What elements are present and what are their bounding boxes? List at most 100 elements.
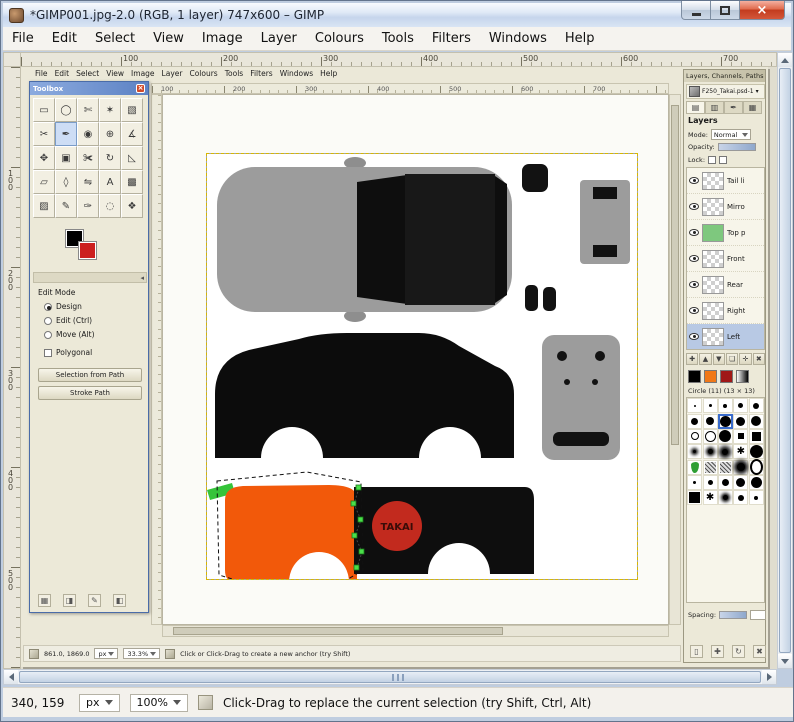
gimp-window: *GIMP001.jpg-2.0 (RGB, 1 layer) 747x600 …: [0, 0, 794, 722]
scroll-right-button[interactable]: [762, 670, 776, 684]
menu-layer[interactable]: Layer: [252, 28, 306, 49]
nested-dock-titlebar: Layers, Channels, Paths ×: [684, 70, 765, 82]
layer-lock-row: Lock:: [688, 156, 728, 164]
zoom-select[interactable]: 100%: [129, 693, 188, 712]
nested-ruler-label: 100: [161, 85, 174, 93]
nested-toolbox-close-icon: ×: [136, 84, 145, 93]
brush-thumbnail: [702, 475, 718, 491]
scroll-left-button[interactable]: [4, 670, 18, 684]
tab-menu-icon: ▾: [755, 88, 759, 95]
raise-layer-icon: ▲: [699, 353, 712, 365]
brush-thumbnail: [702, 398, 718, 414]
brush-thumbnail: [702, 490, 718, 506]
lower-layer-icon: ▼: [712, 353, 725, 365]
nested-status-icon: [165, 648, 176, 659]
maximize-icon: [720, 5, 730, 15]
arrow-down-icon: [781, 658, 789, 668]
gimp-tool-icon: A: [99, 170, 121, 194]
menu-help[interactable]: Help: [556, 28, 604, 49]
arrow-up-icon: [781, 54, 789, 63]
nested-dock-footer: ▯ ✚ ↻ ✖: [690, 645, 766, 658]
menu-image[interactable]: Image: [193, 28, 252, 49]
nested-status-message: Click or Click-Drag to create a new anch…: [180, 649, 351, 658]
car-texture-art: TAKAI: [207, 157, 630, 612]
nested-ruler-label: 600: [521, 85, 534, 93]
vertical-ruler[interactable]: 100 200 300 400 500: [3, 67, 21, 669]
radio-on-icon: [44, 302, 52, 311]
stroke-path-button: Stroke Path: [38, 386, 142, 400]
gimp-tool-icon: ✥: [33, 146, 55, 170]
horizontal-scrollbar[interactable]: [3, 669, 777, 685]
menu-tools[interactable]: Tools: [373, 28, 423, 49]
brush-thumbnail: [748, 413, 764, 429]
nested-dialog-tabs: ▤ ▥ ✒ ▦: [686, 101, 762, 114]
layers-section-label: Layers: [688, 116, 718, 125]
delete-layer-icon: ✖: [752, 353, 765, 365]
hscroll-thumb[interactable]: [19, 671, 761, 683]
menu-colours[interactable]: Colours: [306, 28, 373, 49]
menu-file[interactable]: File: [3, 28, 43, 49]
canvas-viewport[interactable]: File Edit Select View Image Layer Colour…: [21, 67, 777, 669]
swatch-dark-red: [720, 370, 733, 383]
nested-toolbox-footer: ▦ ◨ ✎ ◧: [38, 594, 126, 607]
visibility-eye-icon: [689, 255, 699, 262]
brush-thumbnail: [748, 475, 764, 491]
gimp-tool-icon: ✂: [33, 122, 55, 146]
brush-spacing-row: Spacing:: [688, 610, 767, 620]
edited-image-canvas[interactable]: File Edit Select View Image Layer Colour…: [21, 67, 768, 667]
ruler-label: 400: [423, 54, 439, 63]
window-title: *GIMP001.jpg-2.0 (RGB, 1 layer) 747x600 …: [30, 8, 325, 22]
close-button[interactable]: ×: [739, 1, 785, 20]
layer-row-selected: Left: [687, 324, 764, 349]
brush-thumbnail: [717, 475, 733, 491]
brush-thumbnail: [687, 490, 703, 506]
nested-dock-title: Layers, Channels, Paths: [686, 72, 764, 80]
dropdown-arrow-icon: [150, 651, 157, 659]
vscroll-thumb[interactable]: [779, 68, 791, 653]
brush-thumbnail: [717, 444, 733, 460]
nested-menu-item: Filters: [250, 69, 273, 78]
ruler-label: 400: [6, 469, 15, 490]
mode-dropdown: Normal: [710, 129, 751, 140]
ruler-corner: [3, 52, 21, 67]
nested-quickmask-icon: [29, 648, 39, 659]
menu-windows[interactable]: Windows: [480, 28, 556, 49]
maximize-button[interactable]: [711, 1, 739, 20]
menu-view[interactable]: View: [144, 28, 193, 49]
layer-row: Mirro: [687, 194, 764, 220]
nested-image-tab: F250_Takai.psd-1 ▾: [686, 84, 765, 99]
vertical-scrollbar[interactable]: [777, 52, 793, 669]
menu-select[interactable]: Select: [86, 28, 144, 49]
nested-hscroll-thumb: [173, 627, 503, 635]
layer-name: Front: [727, 254, 745, 263]
gimp-tool-icon: ✑: [77, 194, 99, 218]
gimp-tool-icon-paths-active: ✒: [55, 122, 77, 146]
minimize-button[interactable]: [681, 1, 711, 20]
gimp-tool-icon: ✎: [55, 194, 77, 218]
polygonal-option: Polygonal: [44, 348, 92, 357]
unit-select[interactable]: px: [79, 693, 120, 712]
horizontal-ruler[interactable]: 100 200 300 400 500 600 700: [21, 52, 777, 67]
menu-edit[interactable]: Edit: [43, 28, 86, 49]
lock-label: Lock:: [688, 156, 706, 164]
nested-layers-dock: Layers, Channels, Paths × F250_Takai.psd…: [683, 69, 767, 663]
nested-ruler-label: 400: [377, 85, 390, 93]
toolbox-footer-icon: ◧: [113, 594, 126, 607]
scroll-up-button[interactable]: [778, 53, 792, 67]
layer-thumbnail: [702, 249, 724, 268]
gimp-tool-icon: ◌: [99, 194, 121, 218]
brush-thumbnail: [748, 459, 764, 475]
dock-footer-icon: ✖: [753, 645, 766, 658]
brush-thumbnail: [733, 475, 749, 491]
nested-status-bar: 861.0, 1869.0 px 33.3% Click or Click-Dr…: [23, 645, 681, 662]
radio-off-icon: [44, 330, 52, 339]
status-tool-icon: [197, 695, 213, 710]
menu-filters[interactable]: Filters: [423, 28, 480, 49]
brush-thumbnail: [717, 398, 733, 414]
title-bar[interactable]: *GIMP001.jpg-2.0 (RGB, 1 layer) 747x600 …: [3, 3, 791, 27]
nested-tool-grid: ▭ ◯ ✄ ✶ ▧ ✂ ✒ ◉ ⊕ ∡ ✥ ▣ ✀ ↻ ◺ ▱ ◊ ⇋ A ▩ …: [33, 98, 147, 218]
mode-label: Mode:: [688, 130, 708, 139]
duplicate-layer-icon: ❏: [725, 353, 739, 365]
nested-canvas: TAKAI: [162, 94, 669, 625]
scroll-down-button[interactable]: [778, 654, 792, 668]
